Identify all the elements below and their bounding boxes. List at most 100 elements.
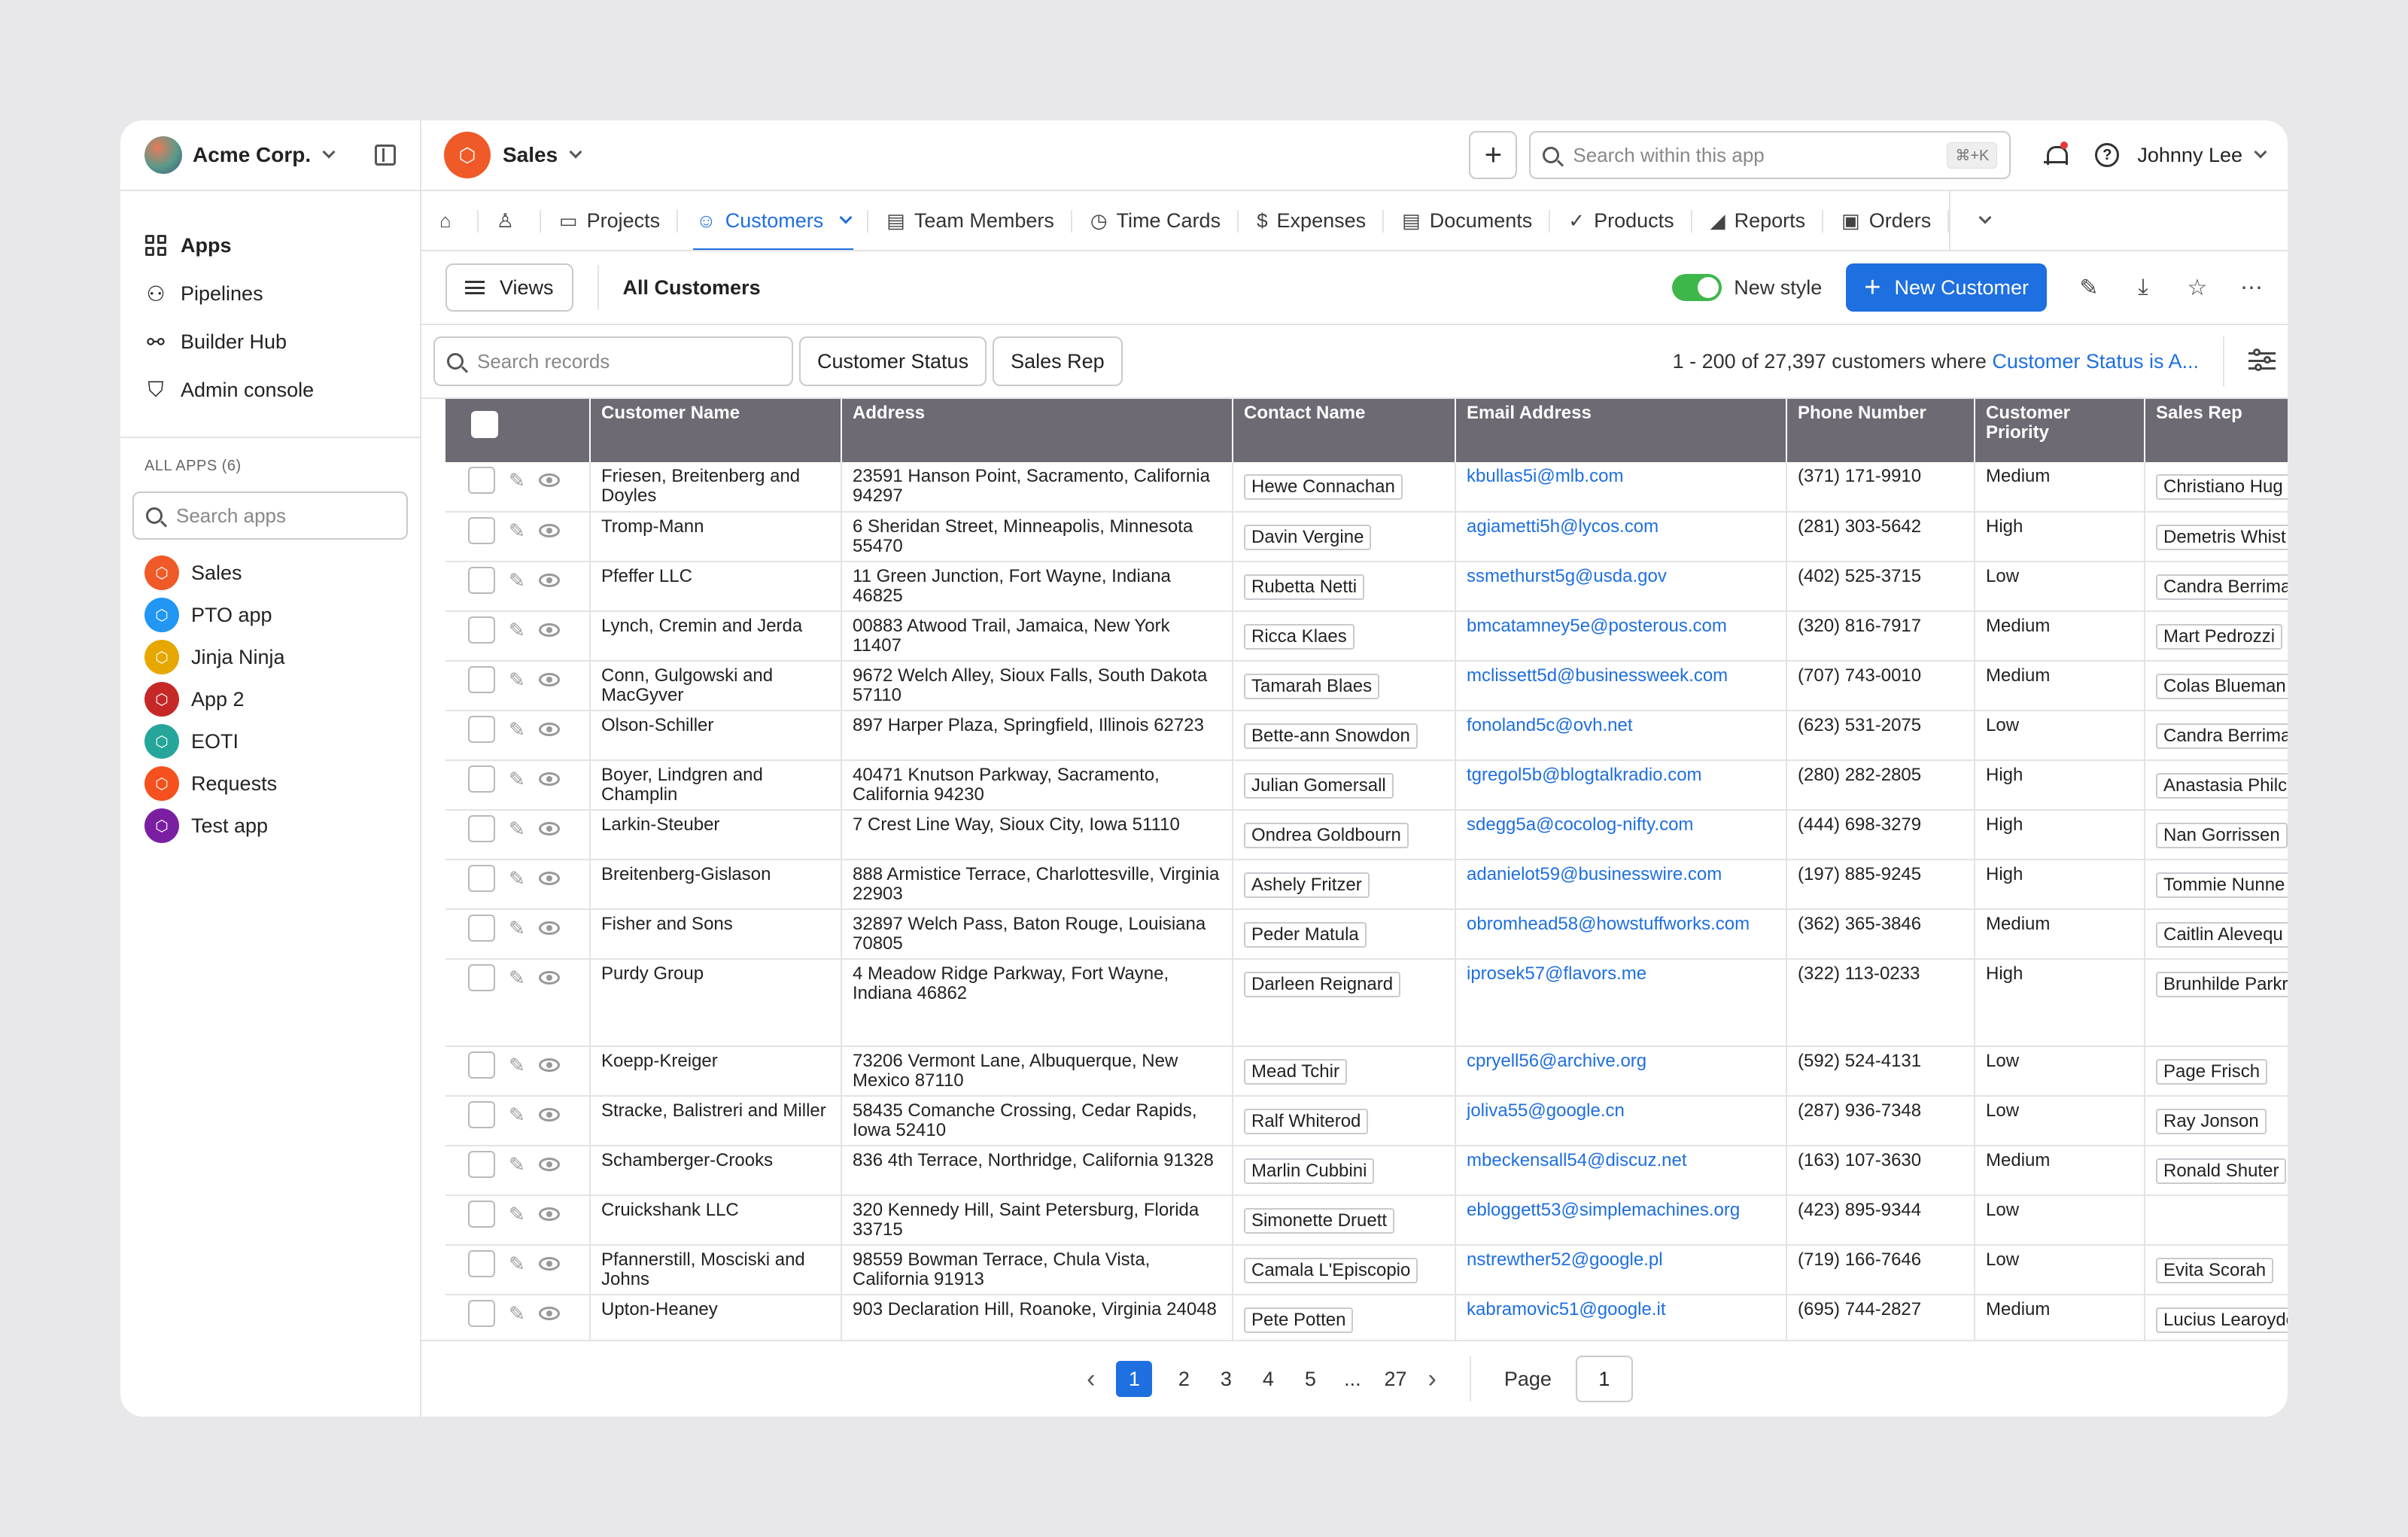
contact-name-tag[interactable]: Julian Gomersall [1244, 773, 1394, 799]
app-item-eoti[interactable]: ⬡ EOTI [132, 720, 408, 762]
chevron-right-icon[interactable]: › [1427, 1365, 1436, 1394]
eye-icon[interactable] [538, 1257, 560, 1271]
edit-icon[interactable]: ✎ [509, 1254, 525, 1274]
eye-icon[interactable] [538, 473, 560, 487]
contact-name-tag[interactable]: Marlin Cubbini [1244, 1158, 1375, 1184]
chevron-down-icon[interactable] [569, 145, 582, 159]
edit-icon[interactable]: ✎ [2077, 275, 2101, 301]
contact-name-tag[interactable]: Simonette Druett [1244, 1208, 1395, 1234]
email-cell[interactable]: fonoland5c@ovh.net [1455, 711, 1787, 761]
edit-icon[interactable]: ✎ [509, 470, 525, 490]
search-apps-input[interactable]: Search apps [132, 492, 408, 540]
sales-rep-tag[interactable]: Demetris Whist [2156, 525, 2288, 550]
tab-time-cards[interactable]: ◷ Time Cards [1072, 191, 1239, 250]
table-row[interactable]: ✎ Fisher and Sons 32897 Welch Pass, Baton … [445, 909, 2288, 960]
sales-rep-tag[interactable]: Nan Gorrissen [2156, 823, 2288, 848]
table-row[interactable]: ✎ Upton-Heaney 903 Declaration Hill, Roano… [445, 1295, 2288, 1340]
edit-icon[interactable]: ✎ [509, 1155, 525, 1174]
row-checkbox[interactable] [468, 1250, 495, 1277]
filter-condition-link[interactable]: Customer Status is A... [1992, 350, 2199, 373]
edit-icon[interactable]: ✎ [509, 571, 525, 590]
tab-projects[interactable]: ▭ Projects [541, 191, 679, 250]
tab-expenses[interactable]: $ Expenses [1239, 191, 1385, 250]
page-2[interactable]: 2 [1173, 1368, 1194, 1391]
edit-icon[interactable]: ✎ [509, 819, 525, 839]
star-icon[interactable]: ☆ [2185, 275, 2209, 301]
tab-profile[interactable]: ♙ [479, 191, 542, 250]
tab-team-members[interactable]: ▤ Team Members [868, 191, 1072, 250]
email-cell[interactable]: iprosek57@flavors.me [1455, 959, 1787, 1047]
sales-rep-tag[interactable]: Evita Scorah [2156, 1258, 2274, 1283]
email-cell[interactable]: kbullas5i@mlb.com [1455, 462, 1787, 513]
edit-icon[interactable]: ✎ [509, 670, 525, 689]
customer-status-filter[interactable]: Customer Status [799, 336, 987, 386]
tab-home[interactable]: ⌂ [421, 191, 479, 250]
email-cell[interactable]: sdegg5a@cocolog-nifty.com [1455, 810, 1787, 860]
email-cell[interactable]: agiametti5h@lycos.com [1455, 512, 1787, 562]
eye-icon[interactable] [538, 1207, 560, 1221]
eye-icon[interactable] [538, 623, 560, 637]
contact-name-tag[interactable]: Pete Potten [1244, 1307, 1354, 1333]
table-row[interactable]: ✎ Tromp-Mann 6 Sheridan Street, Minneapoli… [445, 512, 2288, 562]
table-row[interactable]: ✎ Pfannerstill, Mosciski and Johns 98559 B… [445, 1245, 2288, 1295]
email-cell[interactable]: ebloggett53@simplemachines.org [1455, 1195, 1787, 1246]
table-row[interactable]: ✎ Boyer, Lindgren and Champlin 40471 Knuts… [445, 760, 2288, 811]
sales-rep-tag[interactable]: Caitlin Alevequ [2156, 922, 2288, 948]
org-switcher[interactable]: Acme Corp. [120, 120, 420, 191]
contact-name-tag[interactable]: Darleen Reignard [1244, 972, 1401, 997]
app-item-jinja-ninja[interactable]: ⬡ Jinja Ninja [132, 636, 408, 678]
app-item-app-2[interactable]: ⬡ App 2 [132, 678, 408, 720]
table-row[interactable]: ✎ Larkin-Steuber 7 Crest Line Way, Sioux C… [445, 810, 2288, 860]
sales-rep-filter[interactable]: Sales Rep [993, 336, 1123, 386]
email-cell[interactable]: ssmethurst5g@usda.gov [1455, 562, 1787, 612]
table-row[interactable]: ✎ Conn, Gulgowski and MacGyver 9672 Welch … [445, 661, 2288, 711]
column-header-address[interactable]: Address [841, 399, 1233, 462]
email-cell[interactable]: cpryell56@archive.org [1455, 1046, 1787, 1097]
table-row[interactable]: ✎ Olson-Schiller 897 Harper Plaza, Springf… [445, 711, 2288, 761]
column-header-phone-number[interactable]: Phone Number [1786, 399, 1975, 462]
eye-icon[interactable] [538, 1158, 560, 1171]
chevron-left-icon[interactable]: ‹ [1087, 1365, 1095, 1394]
edit-icon[interactable]: ✎ [509, 968, 525, 988]
email-cell[interactable]: tgregol5b@blogtalkradio.com [1455, 760, 1787, 811]
row-checkbox[interactable] [468, 567, 495, 594]
eye-icon[interactable] [538, 574, 560, 587]
email-cell[interactable]: kabramovic51@google.it [1455, 1295, 1787, 1340]
row-checkbox[interactable] [468, 1151, 495, 1178]
contact-name-tag[interactable]: Rubetta Netti [1244, 574, 1365, 600]
filter-settings[interactable] [2223, 336, 2276, 386]
row-checkbox[interactable] [468, 815, 495, 842]
row-checkbox[interactable] [468, 765, 495, 793]
edit-icon[interactable]: ✎ [509, 918, 525, 938]
eye-icon[interactable] [538, 971, 560, 985]
contact-name-tag[interactable]: Ondrea Goldbourn [1244, 823, 1409, 848]
row-checkbox[interactable] [468, 666, 495, 693]
row-checkbox[interactable] [468, 1052, 495, 1079]
more-icon[interactable]: ⋯ [2239, 275, 2264, 301]
eye-icon[interactable] [538, 524, 560, 537]
table-row[interactable]: ✎ Koepp-Kreiger 73206 Vermont Lane, Albuqu… [445, 1046, 2288, 1097]
sidebar-item-builder-hub[interactable]: ⚯ Builder Hub [144, 318, 396, 366]
chevron-down-icon[interactable] [839, 211, 853, 224]
row-checkbox[interactable] [468, 915, 495, 942]
eye-icon[interactable] [538, 872, 560, 885]
bell-icon[interactable] [2044, 142, 2069, 167]
help-icon[interactable]: ? [2095, 143, 2120, 167]
tab-orders[interactable]: ▣ Orders [1823, 191, 1950, 250]
row-checkbox[interactable] [468, 517, 495, 544]
edit-icon[interactable]: ✎ [509, 620, 525, 640]
page-1[interactable]: 1 [1116, 1361, 1153, 1397]
page-4[interactable]: 4 [1257, 1368, 1278, 1391]
sales-rep-tag[interactable]: Ronald Shuter [2156, 1158, 2287, 1184]
sales-rep-tag[interactable]: Tommie Nunne [2156, 872, 2288, 898]
tab-reports[interactable]: ◢ Reports [1692, 191, 1824, 250]
edit-icon[interactable]: ✎ [509, 1204, 525, 1224]
new-style-toggle[interactable] [1672, 274, 1722, 301]
eye-icon[interactable] [538, 673, 560, 686]
contact-name-tag[interactable]: Ralf Whiterod [1244, 1109, 1369, 1134]
eye-icon[interactable] [538, 1058, 560, 1072]
email-cell[interactable]: bmcatamney5e@posterous.com [1455, 611, 1787, 662]
contact-name-tag[interactable]: Camala L'Episcopio [1244, 1258, 1418, 1283]
sales-rep-tag[interactable]: Anastasia Philco [2156, 773, 2288, 799]
row-checkbox[interactable] [468, 1101, 495, 1128]
